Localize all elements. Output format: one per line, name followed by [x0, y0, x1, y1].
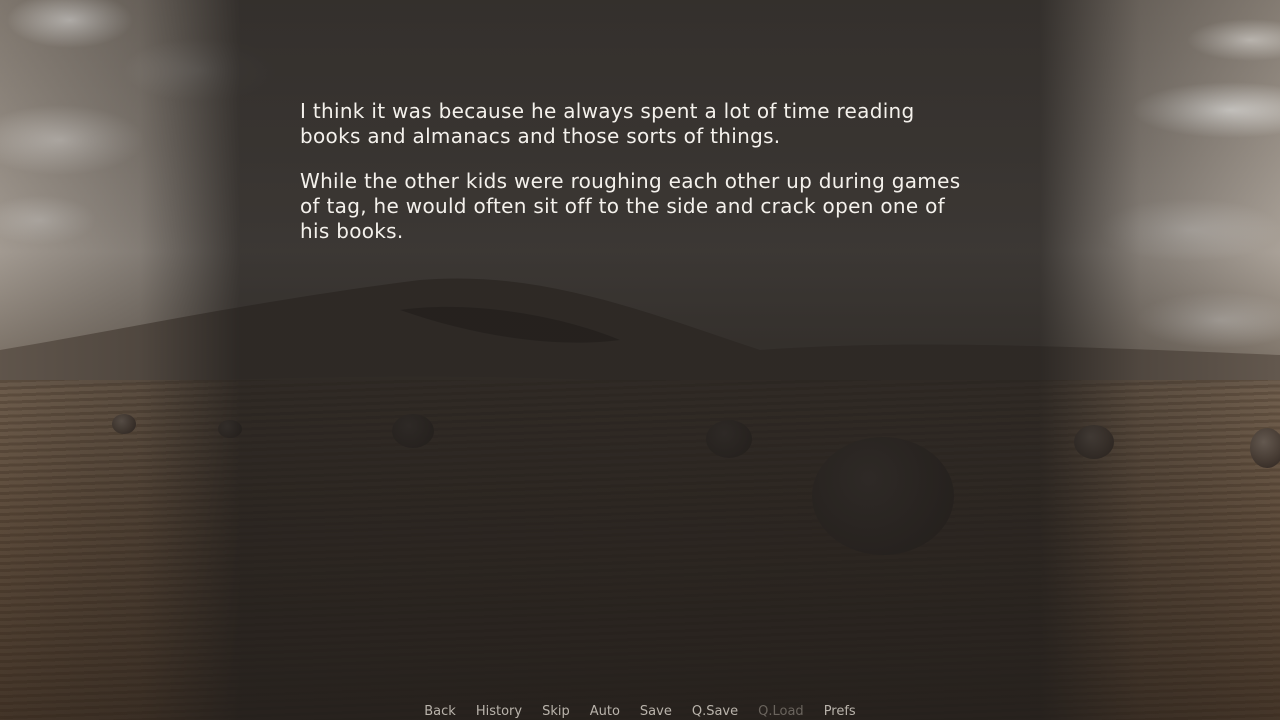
- quick-save-button[interactable]: Q.Save: [682, 703, 748, 720]
- back-button[interactable]: Back: [414, 703, 466, 720]
- dialogue-paragraph: While the other kids were roughing each …: [300, 169, 961, 243]
- dialogue-paragraph: I think it was because he always spent a…: [300, 99, 915, 148]
- auto-button[interactable]: Auto: [580, 703, 630, 720]
- quick-menu: Back History Skip Auto Save Q.Save Q.Loa…: [0, 703, 1280, 720]
- quick-load-button: Q.Load: [758, 704, 804, 719]
- dialogue-text: I think it was because he always spent a…: [300, 99, 980, 264]
- history-button[interactable]: History: [466, 703, 532, 720]
- game-scene[interactable]: I think it was because he always spent a…: [0, 0, 1280, 720]
- skip-button[interactable]: Skip: [532, 703, 580, 720]
- preferences-button[interactable]: Prefs: [814, 703, 866, 720]
- save-button[interactable]: Save: [630, 703, 682, 720]
